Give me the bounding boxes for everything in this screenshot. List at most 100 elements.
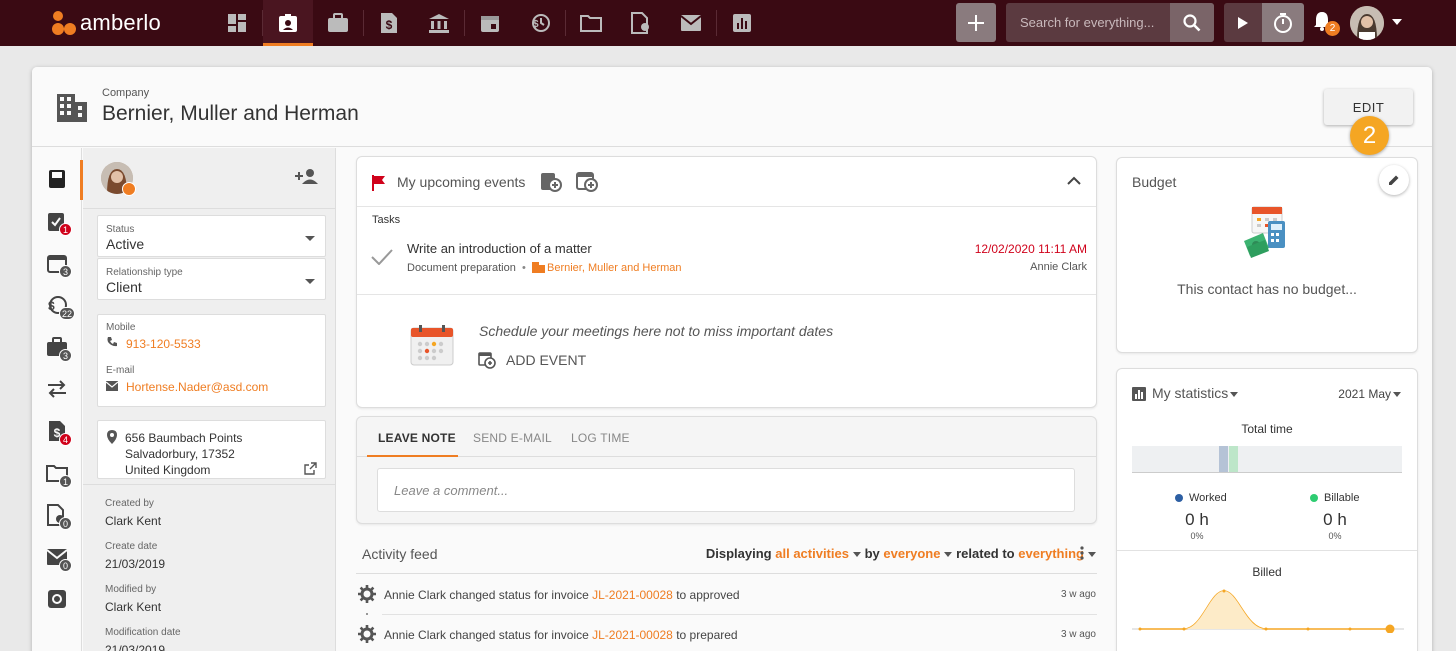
search-input[interactable] (1006, 15, 1166, 30)
task-company-link[interactable]: Bernier, Muller and Herman (547, 262, 682, 274)
comment-input[interactable]: Leave a comment... (377, 468, 1075, 512)
page-title: Bernier, Muller and Herman (102, 102, 359, 125)
statistics-period-dropdown[interactable]: 2021 May (1338, 387, 1401, 401)
tab-leave-note[interactable]: LEAVE NOTE (378, 431, 456, 445)
rail-item-settings[interactable] (32, 578, 82, 620)
rail-badge-calendar: 3 (59, 265, 72, 278)
edit-budget-button[interactable] (1379, 165, 1409, 195)
statistics-title[interactable]: My statistics (1152, 385, 1239, 401)
tab-send-email[interactable]: SEND E-MAIL (473, 431, 552, 445)
task-due-date: 12/02/2020 11:11 AM (974, 242, 1087, 256)
email-icon (106, 381, 118, 391)
total-time-chart (1132, 446, 1402, 473)
filter-user-dropdown[interactable]: everyone (883, 546, 940, 561)
gear-icon (358, 625, 376, 643)
rail-item-folders[interactable]: 1 (32, 452, 82, 494)
billable-value: 0 h (1323, 510, 1347, 529)
status-select[interactable]: Status Active (97, 215, 326, 257)
add-event-icon[interactable] (576, 170, 598, 192)
feed-more-options-icon[interactable] (1080, 546, 1084, 560)
statistics-panel: My statistics 2021 May Total time Worked… (1116, 368, 1418, 651)
rail-item-documents[interactable]: 0 (32, 494, 82, 536)
open-map-icon[interactable] (304, 462, 317, 475)
budget-empty-text: This contact has no budget... (1177, 281, 1357, 297)
nav-documents[interactable] (616, 0, 666, 46)
stopwatch-button[interactable] (1262, 3, 1304, 42)
statistics-caret-icon (1230, 391, 1239, 397)
task-assignee: Annie Clark (1030, 261, 1087, 273)
mobile-link[interactable]: 913-120-5533 (126, 337, 201, 351)
rail-item-matters[interactable]: 3 (32, 326, 82, 368)
contacts-icon (279, 14, 297, 32)
feed-row-time: 3 w ago (1060, 589, 1096, 600)
feed-row-suffix: to prepared (676, 628, 738, 642)
billable-legend: Billable (1310, 492, 1359, 504)
entity-type-label: Company (102, 87, 150, 99)
nav-calendar[interactable] (465, 0, 515, 46)
user-menu-caret-icon[interactable] (1392, 19, 1402, 25)
nav-matters[interactable] (313, 0, 363, 46)
rail-item-transactions[interactable] (32, 368, 82, 410)
rail-item-tasks[interactable]: 1 (32, 200, 82, 242)
rail-item-calendar[interactable]: 3 (32, 242, 82, 284)
checkmark-icon[interactable] (371, 249, 393, 265)
nav-mail[interactable] (666, 0, 716, 46)
rail-item-invoices[interactable]: $ 4 (32, 410, 82, 452)
rail-item-mail[interactable]: 0 (32, 536, 82, 578)
nav-folders[interactable] (566, 0, 616, 46)
amberlo-logo[interactable]: amberlo (50, 8, 161, 38)
billed-point (1348, 627, 1352, 631)
add-person-icon[interactable] (295, 168, 319, 184)
mobile-label: Mobile (106, 322, 136, 333)
status-value: Active (106, 236, 145, 252)
svg-text:$: $ (533, 19, 539, 30)
rail-item-overview[interactable] (32, 158, 83, 200)
rail-item-time-entries[interactable]: $ 22 (32, 284, 82, 326)
invoices-icon: $ (381, 13, 397, 33)
billed-point (1182, 627, 1186, 631)
add-task-icon[interactable] (540, 170, 562, 192)
rail-badge-mail: 0 (59, 559, 72, 572)
search-button[interactable] (1170, 3, 1214, 42)
billed-point (1138, 627, 1142, 631)
filter-activities-caret-icon[interactable] (852, 552, 861, 558)
book-icon (49, 170, 65, 188)
nav-bank[interactable] (414, 0, 464, 46)
empty-events-text: Schedule your meetings here not to miss … (479, 323, 834, 339)
address-line-3: United Kingdom (125, 463, 211, 477)
timer-play-button[interactable] (1224, 3, 1262, 42)
task-separator: • (522, 262, 526, 274)
notifications-button[interactable]: 2 (1312, 10, 1340, 36)
nav-contacts[interactable] (263, 0, 313, 46)
filter-related-caret-icon[interactable] (1088, 552, 1096, 558)
nav-dashboard[interactable] (212, 0, 262, 46)
feed-row-invoice-link[interactable]: JL-2021-00028 (592, 628, 673, 642)
quick-add-button[interactable] (956, 3, 996, 42)
bank-icon (429, 14, 449, 33)
modified-by-value: Clark Kent (105, 600, 162, 614)
filter-related-dropdown[interactable]: everything (1018, 546, 1084, 561)
tasks-label: Tasks (372, 214, 401, 226)
budget-illustration-icon (1244, 206, 1285, 258)
documents-icon (631, 12, 649, 34)
nav-invoices[interactable]: $ (364, 0, 414, 46)
tab-log-time[interactable]: LOG TIME (571, 431, 630, 445)
filter-user-caret-icon[interactable] (944, 552, 953, 558)
nav-time[interactable]: $ (515, 0, 565, 46)
collapse-chevron-icon[interactable] (1066, 176, 1082, 186)
logo-mark-icon (52, 11, 76, 35)
email-link[interactable]: Hortense.Nader@asd.com (126, 380, 268, 394)
relationship-type-select[interactable]: Relationship type Client (97, 258, 326, 300)
folder-icon (580, 15, 602, 32)
modification-date-label: Modification date (105, 627, 181, 638)
mail-icon (680, 15, 702, 31)
nav-reports[interactable] (717, 0, 767, 46)
stopwatch-icon (1274, 12, 1292, 33)
user-avatar[interactable] (1350, 6, 1384, 40)
billable-label: Billable (1324, 492, 1360, 504)
upcoming-events-header: My upcoming events (357, 157, 1096, 207)
rail-badge-tasks: 1 (59, 223, 72, 236)
add-event-button[interactable]: ADD EVENT (478, 350, 586, 370)
feed-row-invoice-link[interactable]: JL-2021-00028 (592, 588, 673, 602)
filter-activities-dropdown[interactable]: all activities (775, 546, 849, 561)
